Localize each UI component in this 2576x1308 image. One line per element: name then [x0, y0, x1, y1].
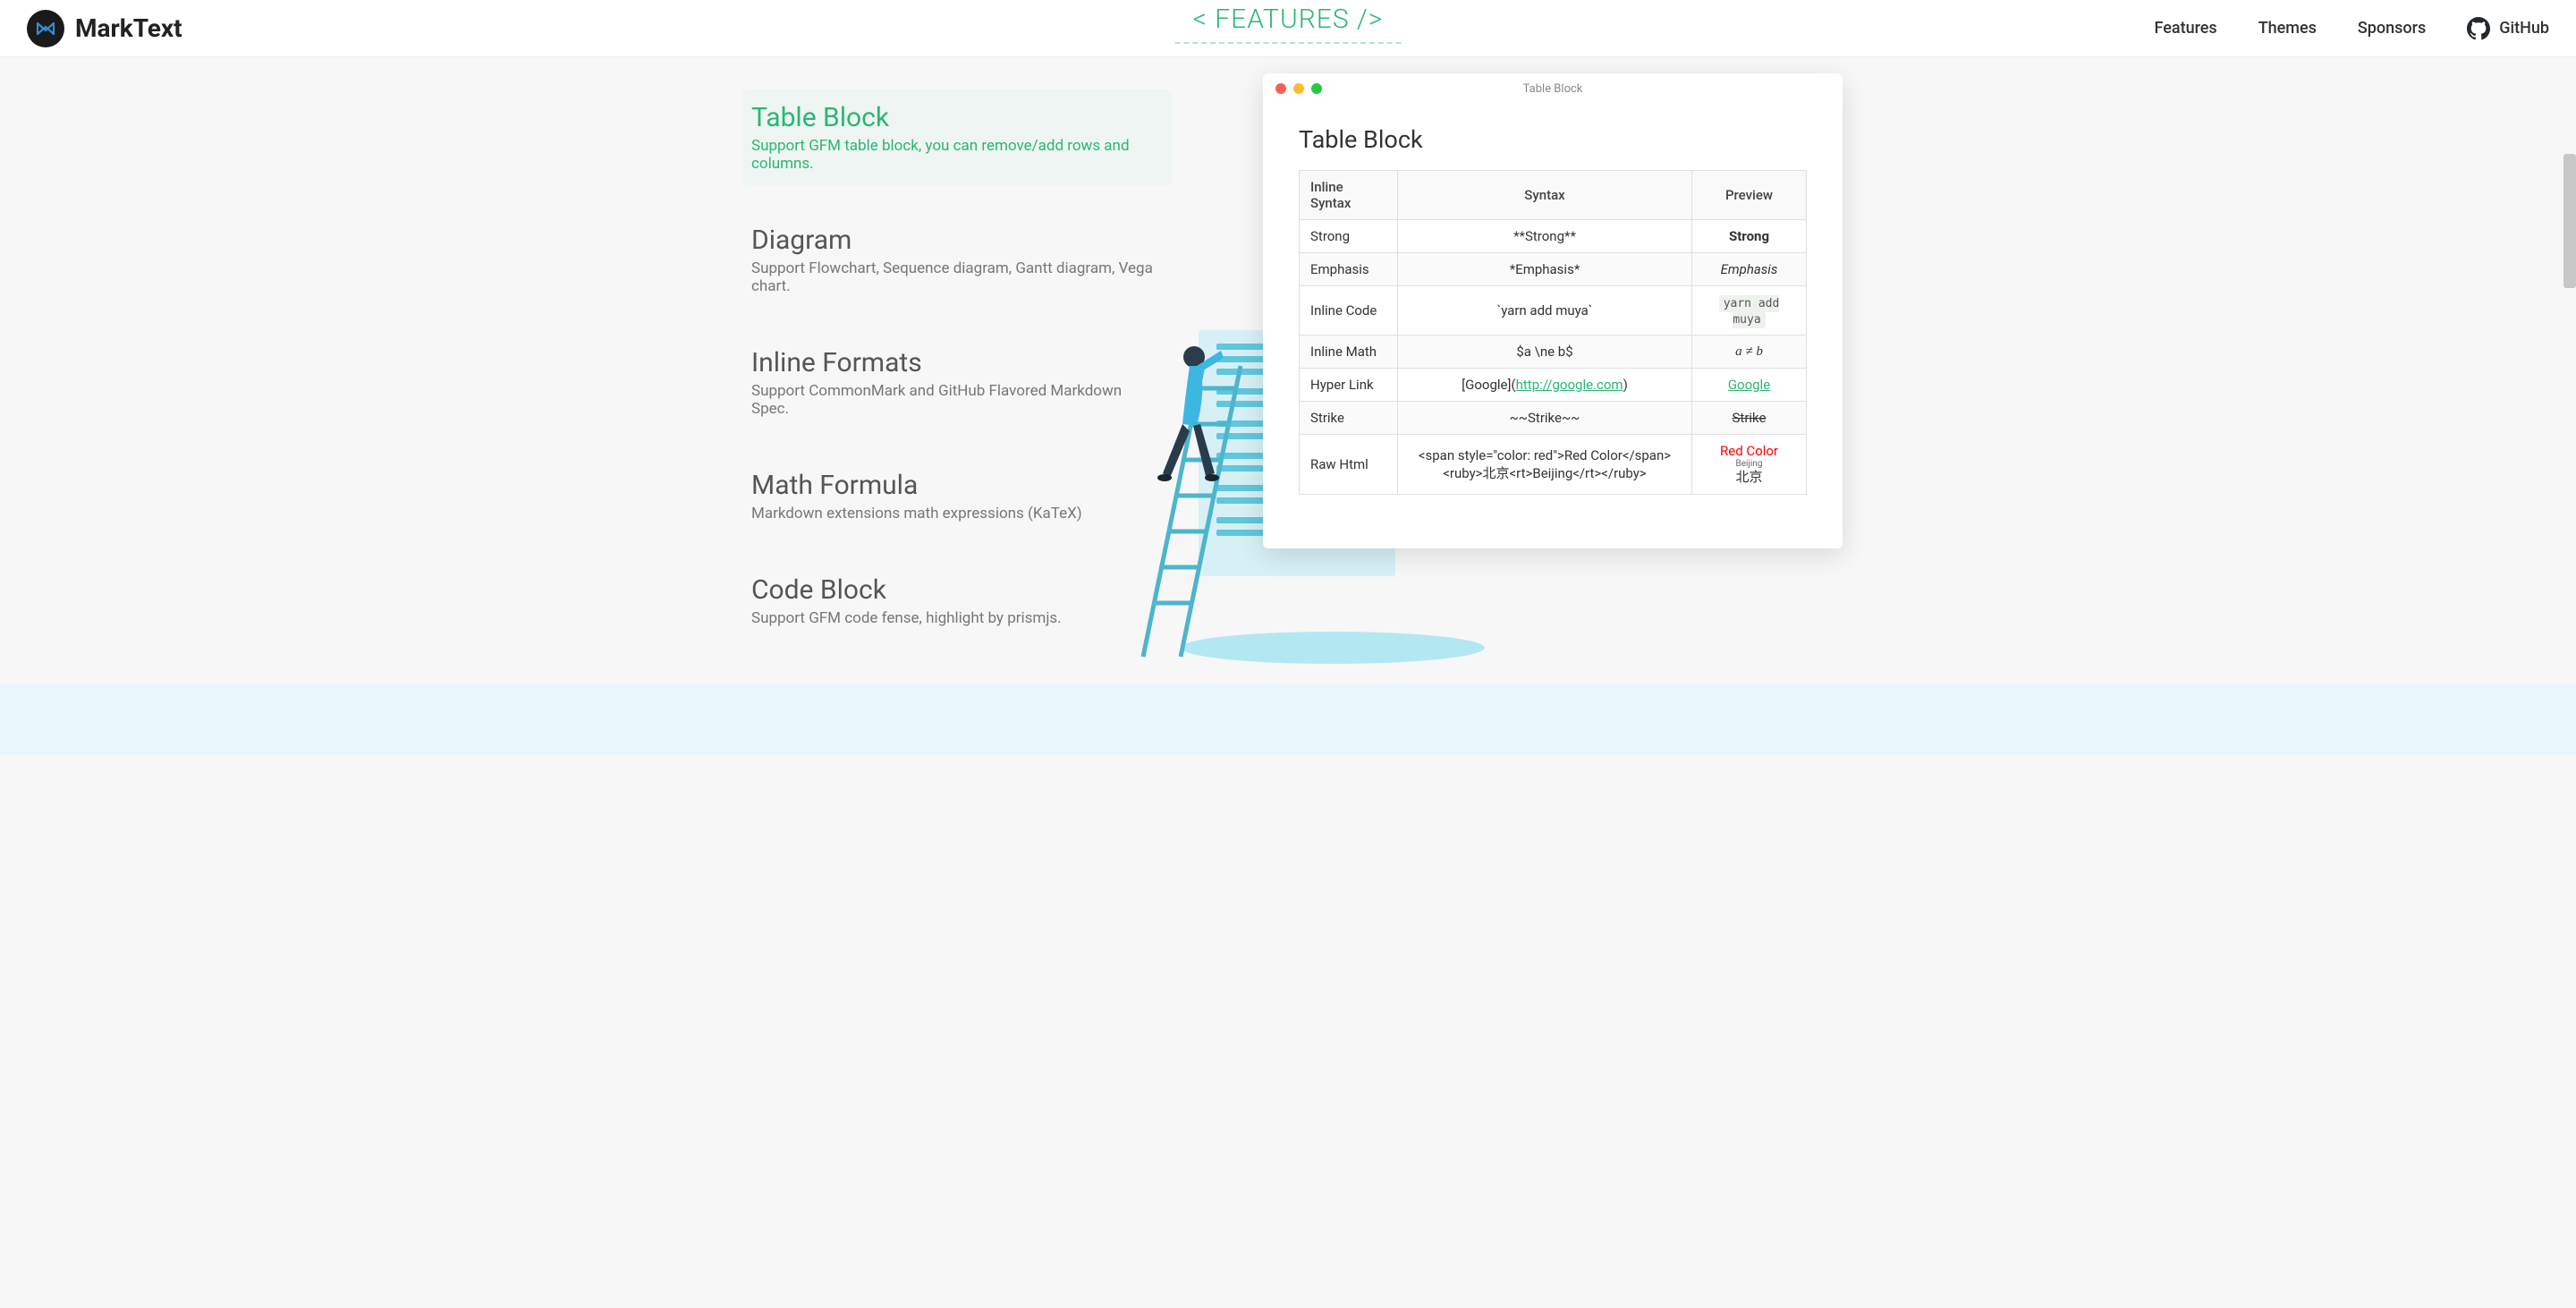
scrollbar[interactable] — [2563, 154, 2576, 288]
nav-links: Features Themes Sponsors GitHub — [2155, 17, 2550, 40]
feature-list: Table Block Support GFM table block, you… — [617, 84, 1172, 684]
preview-heading: Table Block — [1299, 125, 1807, 154]
navbar: MarkText < FEATURES /> Features Themes S… — [0, 0, 2576, 57]
table-row: Raw Html <span style="color: red">Red Co… — [1300, 435, 1807, 495]
preview-google-link[interactable]: Google — [1728, 377, 1770, 393]
cell-preview: yarn add muya — [1692, 286, 1807, 335]
table-row: Emphasis *Emphasis* Emphasis — [1300, 253, 1807, 286]
cell-preview: Red Color北京Beijing — [1692, 435, 1807, 495]
nav-github-label: GitHub — [2499, 19, 2549, 38]
close-icon[interactable] — [1275, 83, 1286, 94]
cell-preview: Strike — [1692, 402, 1807, 435]
th-syntax: Syntax — [1398, 171, 1692, 220]
cell-preview: a ≠ b — [1692, 335, 1807, 369]
feature-desc: Support GFM code fense, highlight by pri… — [751, 609, 1154, 627]
feature-title: Diagram — [751, 225, 1154, 256]
github-icon — [2467, 17, 2490, 40]
brand[interactable]: MarkText — [27, 10, 182, 47]
nav-features[interactable]: Features — [2155, 19, 2217, 38]
maximize-icon[interactable] — [1311, 83, 1322, 94]
preview-window: Table Block Table Block Inline Syntax Sy… — [1263, 73, 1843, 548]
feature-table-block[interactable]: Table Block Support GFM table block, you… — [742, 89, 1172, 185]
traffic-lights — [1275, 83, 1322, 94]
syntax-table: Inline Syntax Syntax Preview Strong **St… — [1299, 170, 1807, 495]
feature-title: Inline Formats — [751, 347, 1154, 378]
window-titlebar: Table Block — [1263, 73, 1843, 104]
footer-band — [0, 684, 2576, 755]
brand-name: MarkText — [75, 13, 182, 43]
cell-name: Hyper Link — [1300, 369, 1398, 402]
nav-themes[interactable]: Themes — [2258, 19, 2317, 38]
feature-title: Math Formula — [751, 470, 1154, 501]
cell-syntax: *Emphasis* — [1398, 253, 1692, 286]
minimize-icon[interactable] — [1293, 83, 1304, 94]
feature-desc: Support GFM table block, you can remove/… — [751, 137, 1154, 173]
syntax-url-link[interactable]: http://google.com — [1516, 377, 1623, 393]
table-row: Inline Code `yarn add muya` yarn add muy… — [1300, 286, 1807, 335]
table-row: Hyper Link [Google](http://google.com) G… — [1300, 369, 1807, 402]
logo-icon — [27, 10, 64, 47]
cell-name: Emphasis — [1300, 253, 1398, 286]
cell-syntax: <span style="color: red">Red Color</span… — [1398, 435, 1692, 495]
cell-name: Inline Math — [1300, 335, 1398, 369]
section-heading: < FEATURES /> — [1175, 0, 1402, 44]
cell-name: Strong — [1300, 220, 1398, 253]
feature-diagram[interactable]: Diagram Support Flowchart, Sequence diag… — [742, 212, 1172, 308]
cell-name: Strike — [1300, 402, 1398, 435]
cell-preview: Emphasis — [1692, 253, 1807, 286]
table-row: Inline Math $a \ne b$ a ≠ b — [1300, 335, 1807, 369]
window-body: Table Block Inline Syntax Syntax Preview… — [1263, 104, 1843, 504]
feature-desc: Support Flowchart, Sequence diagram, Gan… — [751, 259, 1154, 295]
cell-syntax: `yarn add muya` — [1398, 286, 1692, 335]
th-inline-syntax: Inline Syntax — [1300, 171, 1398, 220]
th-preview: Preview — [1692, 171, 1807, 220]
feature-title: Table Block — [751, 102, 1154, 133]
cell-syntax: **Strong** — [1398, 220, 1692, 253]
cell-syntax: ~~Strike~~ — [1398, 402, 1692, 435]
cell-name: Raw Html — [1300, 435, 1398, 495]
window-title: Table Block — [1523, 82, 1583, 96]
table-row: Strong **Strong** Strong — [1300, 220, 1807, 253]
feature-desc: Markdown extensions math expressions (Ka… — [751, 505, 1154, 522]
cell-syntax: $a \ne b$ — [1398, 335, 1692, 369]
cell-preview: Strong — [1692, 220, 1807, 253]
cell-preview: Google — [1692, 369, 1807, 402]
nav-sponsors[interactable]: Sponsors — [2358, 19, 2426, 38]
nav-github[interactable]: GitHub — [2467, 17, 2549, 40]
cell-syntax: [Google](http://google.com) — [1398, 369, 1692, 402]
feature-title: Code Block — [751, 574, 1154, 606]
cell-name: Inline Code — [1300, 286, 1398, 335]
feature-desc: Support CommonMark and GitHub Flavored M… — [751, 382, 1154, 418]
content-area: Table Block Support GFM table block, you… — [617, 57, 1959, 684]
table-row: Strike ~~Strike~~ Strike — [1300, 402, 1807, 435]
